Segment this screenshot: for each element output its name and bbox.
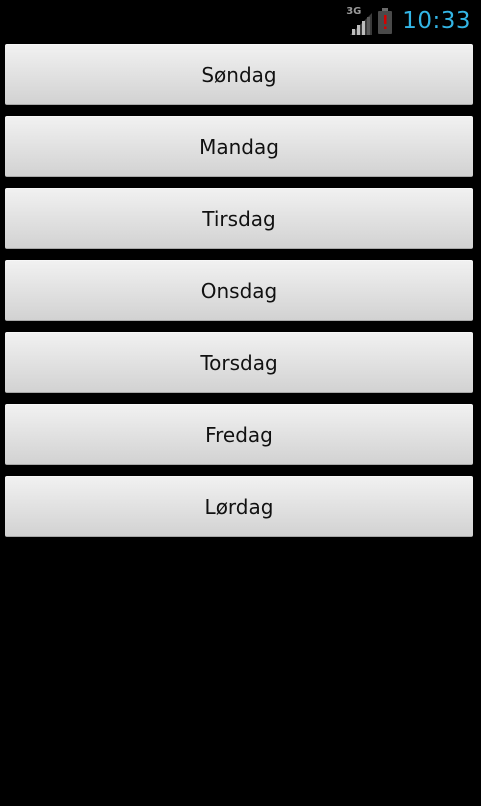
status-bar: 3G 10:33: [0, 0, 481, 38]
day-button-fredag[interactable]: Fredag: [5, 404, 473, 465]
status-time: 10:33: [402, 8, 471, 34]
status-icons: 3G 10:33: [346, 6, 471, 36]
day-button-sondag[interactable]: Søndag: [5, 44, 473, 105]
day-button-tirsdag[interactable]: Tirsdag: [5, 188, 473, 249]
signal-indicator: 3G: [346, 7, 373, 35]
day-button-list: Søndag Mandag Tirsdag Onsdag Torsdag Fre…: [5, 44, 473, 548]
day-button-torsdag[interactable]: Torsdag: [5, 332, 473, 393]
battery-alert-icon: [378, 8, 393, 34]
signal-strength-icon: [350, 13, 373, 35]
day-button-onsdag[interactable]: Onsdag: [5, 260, 473, 321]
day-button-lordag[interactable]: Lørdag: [5, 476, 473, 537]
day-button-mandag[interactable]: Mandag: [5, 116, 473, 177]
